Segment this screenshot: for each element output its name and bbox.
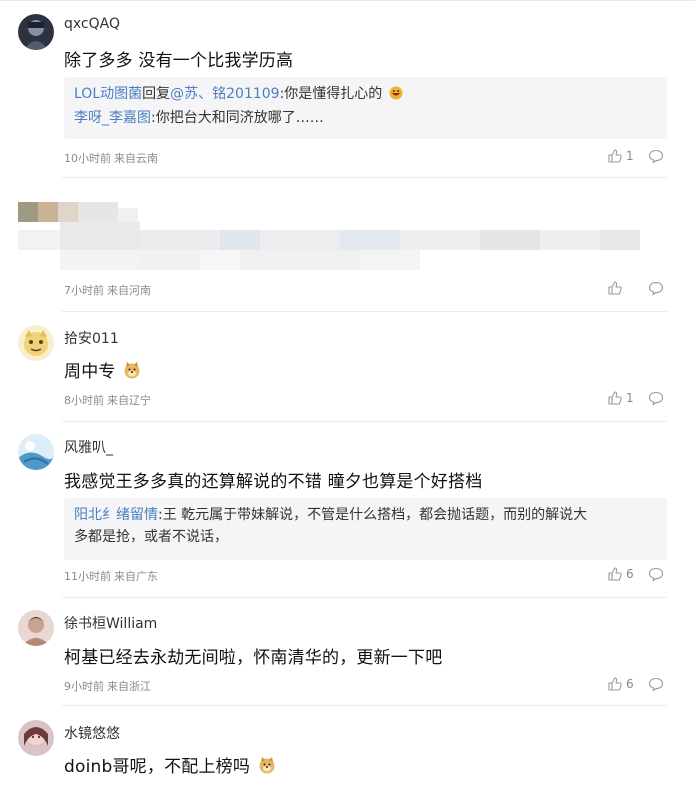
comment-text-content: doinb哥呢，不配上榜吗 — [64, 757, 251, 777]
avatar[interactable] — [18, 14, 54, 50]
avatar[interactable] — [18, 325, 54, 361]
comment-bubble-icon — [648, 149, 664, 164]
reply-button[interactable] — [648, 676, 664, 692]
thumbs-up-icon — [608, 677, 622, 691]
like-button[interactable]: 6 — [607, 566, 634, 582]
thumbs-up-icon — [608, 567, 622, 581]
mention-link[interactable]: @苏、铭201109 — [170, 86, 279, 102]
timestamp: 8小时前 — [64, 394, 104, 407]
blurred-content — [18, 194, 643, 278]
doge-emoji — [258, 756, 276, 779]
comment-bubble-icon — [648, 567, 664, 582]
username[interactable]: 徐书桓William — [64, 613, 157, 633]
comment-item: 风雅叭_ 我感觉王多多真的还算解说的不错 曈夕也算是个好搭档 阳北纟绪留情:王 … — [0, 422, 695, 598]
comment-item: 7小时前 来自河南 — [0, 178, 695, 312]
reply-button[interactable] — [648, 566, 664, 582]
comment-bubble-icon — [648, 281, 664, 296]
location: 来自浙江 — [107, 680, 151, 693]
like-button[interactable]: 6 — [607, 676, 634, 692]
reply-text: :你是懂得扎心的 — [279, 86, 383, 102]
comment-item: 水镜悠悠 doinb哥呢，不配上榜吗 — [0, 706, 695, 787]
thumbs-up-icon — [608, 391, 622, 405]
comment-text: 我感觉王多多真的还算解说的不错 曈夕也算是个好搭档 — [64, 472, 483, 492]
comment-meta: 9小时前 来自浙江 — [64, 678, 151, 694]
comment-item: 拾安011 周中专 8小时前 来自辽宁 1 — [0, 312, 695, 422]
reply-text: :王 乾元属于带妹解说，不管是什么搭档，都会抛话题，而别的解说大 — [158, 507, 588, 523]
comment-item: 徐书桓William 柯基已经去永劫无间啦，怀南清华的，更新一下吧 9小时前 来自… — [0, 598, 695, 706]
reply-author-link[interactable]: LOL动图菌 — [74, 86, 142, 102]
comment-text: 周中专 — [64, 357, 141, 384]
comment-meta: 11小时前 来自广东 — [64, 568, 158, 584]
comment-meta: 8小时前 来自辽宁 — [64, 392, 151, 408]
username[interactable]: 拾安011 — [64, 328, 119, 348]
comment-item: qxcQAQ 除了多多 没有一个比我学历高 LOL动图菌回复@苏、铭201109… — [0, 0, 695, 178]
reply-author-link[interactable]: 阳北纟绪留情 — [74, 507, 158, 523]
thumbs-up-icon — [608, 149, 622, 163]
reply-text: :你把台大和同济放哪了…… — [151, 110, 324, 126]
reply-quote: LOL动图菌回复@苏、铭201109:你是懂得扎心的 李呀_李嘉图:你把台大和同… — [64, 77, 667, 139]
username[interactable]: 水镜悠悠 — [64, 723, 120, 743]
avatar[interactable] — [18, 610, 54, 646]
username[interactable]: 风雅叭_ — [64, 437, 113, 457]
like-count: 1 — [626, 391, 634, 405]
avatar[interactable] — [18, 434, 54, 470]
reply-button[interactable] — [648, 280, 664, 296]
grinning-emoji — [389, 85, 403, 107]
timestamp: 9小时前 — [64, 680, 104, 693]
like-count: 6 — [626, 567, 634, 581]
comment-bubble-icon — [648, 391, 664, 406]
location: 来自辽宁 — [107, 394, 151, 407]
timestamp: 11小时前 — [64, 570, 111, 583]
comment-text: 柯基已经去永劫无间啦，怀南清华的，更新一下吧 — [64, 648, 443, 668]
doge-emoji — [123, 361, 141, 384]
reply-quote: 阳北纟绪留情:王 乾元属于带妹解说，不管是什么搭档，都会抛话题，而别的解说大 多… — [64, 498, 667, 560]
reply-author-link[interactable]: 李呀_李嘉图 — [74, 110, 151, 126]
timestamp: 10小时前 — [64, 152, 111, 165]
location: 来自河南 — [107, 284, 151, 297]
comment-bubble-icon — [648, 677, 664, 692]
reply-button[interactable] — [648, 148, 664, 164]
like-count: 6 — [626, 677, 634, 691]
comment-text-content: 周中专 — [64, 362, 116, 382]
username[interactable]: qxcQAQ — [64, 16, 120, 32]
like-button[interactable] — [607, 280, 626, 296]
comment-text: doinb哥呢，不配上榜吗 — [64, 752, 276, 779]
comment-text: 除了多多 没有一个比我学历高 — [64, 51, 294, 71]
like-count: 1 — [626, 149, 634, 163]
thumbs-up-icon — [608, 281, 622, 295]
like-button[interactable]: 1 — [607, 390, 634, 406]
comment-meta: 7小时前 来自河南 — [64, 282, 151, 298]
location: 来自广东 — [114, 570, 158, 583]
like-button[interactable]: 1 — [607, 148, 634, 164]
avatar[interactable] — [18, 720, 54, 756]
reply-verb: 回复 — [142, 86, 171, 102]
location: 来自云南 — [114, 152, 158, 165]
timestamp: 7小时前 — [64, 284, 104, 297]
comment-meta: 10小时前 来自云南 — [64, 150, 158, 166]
reply-button[interactable] — [648, 390, 664, 406]
reply-text: 多都是抢，或者不说话， — [74, 529, 228, 545]
